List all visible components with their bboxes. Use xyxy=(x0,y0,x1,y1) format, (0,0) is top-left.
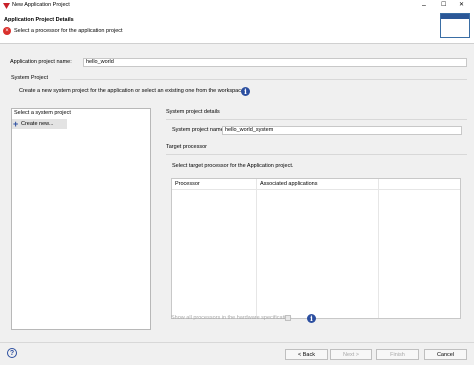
back-button[interactable]: < Back xyxy=(285,349,328,360)
app-logo-icon xyxy=(3,3,10,9)
group-separator xyxy=(60,79,467,80)
plus-icon: + xyxy=(13,119,19,129)
info-icon[interactable]: i xyxy=(307,314,316,323)
system-project-list-label: Select a system project xyxy=(14,110,71,116)
list-item-label: Create new... xyxy=(21,120,54,127)
column-header-processor[interactable]: Processor xyxy=(175,181,200,188)
target-processor-instruction: Select target processor for the Applicat… xyxy=(172,163,294,169)
info-icon[interactable]: i xyxy=(241,87,250,96)
show-all-processors-checkbox[interactable] xyxy=(285,315,291,321)
system-project-name-input[interactable]: hello_world_system xyxy=(222,126,462,135)
target-separator xyxy=(166,154,467,155)
system-project-details-label: System project details xyxy=(166,109,220,115)
wizard-header: Application Project Details × Select a p… xyxy=(0,12,474,44)
target-processor-label: Target processor xyxy=(166,144,207,150)
processor-table[interactable]: Processor Associated applications xyxy=(171,178,461,319)
list-item[interactable]: + Create new... xyxy=(12,119,67,129)
show-all-processors-label: Show all processors in the hardware spec… xyxy=(171,315,292,321)
app-project-name-label: Application project name: xyxy=(10,59,72,65)
cancel-button[interactable]: Cancel xyxy=(424,349,467,360)
system-project-name-label: System project name: xyxy=(172,127,226,133)
system-project-name-value: hello_world_system xyxy=(225,127,274,133)
details-separator xyxy=(166,119,467,120)
system-project-list[interactable] xyxy=(11,108,151,330)
help-icon[interactable]: ? xyxy=(7,348,17,358)
header-message: Select a processor for the application p… xyxy=(14,28,123,34)
minimize-button[interactable]: – xyxy=(422,2,426,9)
close-button[interactable]: ✕ xyxy=(459,2,464,8)
maximize-button[interactable]: ☐ xyxy=(441,2,446,8)
system-project-description: Create a new system project for the appl… xyxy=(19,88,245,94)
wizard-banner-icon xyxy=(440,13,470,38)
column-header-associated-applications[interactable]: Associated applications xyxy=(260,181,317,188)
system-project-group-label: System Project xyxy=(11,75,48,81)
page-title: Application Project Details xyxy=(4,17,74,23)
app-project-name-value: hello_world xyxy=(86,59,114,65)
error-icon: × xyxy=(3,27,11,35)
window-title: New Application Project xyxy=(12,2,70,8)
title-bar: New Application Project – ☐ ✕ xyxy=(0,0,474,12)
finish-button[interactable]: Finish xyxy=(376,349,419,360)
next-button[interactable]: Next > xyxy=(330,349,372,360)
app-project-name-input[interactable]: hello_world xyxy=(83,58,467,67)
